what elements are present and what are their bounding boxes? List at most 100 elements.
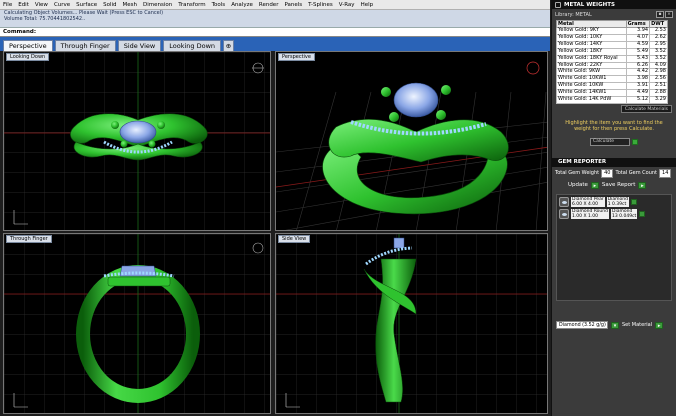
tab-through-finger[interactable]: Through Finger <box>54 40 116 51</box>
menu-vray[interactable]: V-Ray <box>336 0 358 10</box>
total-gem-weight-label: Total Gem Weight <box>555 170 600 177</box>
gem-item-pear[interactable]: Diamond Pear 6.00 X 4.00 Diamond 1 0.39c… <box>559 196 669 207</box>
metal-name-cell: White Gold: 14K PdW <box>556 96 627 104</box>
perspective-scene <box>276 61 547 230</box>
close-icon[interactable]: × <box>665 11 673 18</box>
pin-icon[interactable]: ▪ <box>656 11 664 18</box>
viewport-label[interactable]: Looking Down <box>6 53 50 61</box>
gem-name-cell: Diamond Round 1.00 X 1.00 <box>571 208 609 219</box>
command-history-line: Volume Total: 75.70441802542.. <box>4 16 86 22</box>
command-prompt: Command: <box>0 28 550 37</box>
metal-weights-table: Metal Grams DWT Yellow Gold: 9KY 3.94 2.53… <box>556 20 668 104</box>
gem-actions-row: Update ▸ Save Report ▸ <box>552 180 676 191</box>
viewport-tab-bar: Perspective Through Finger Side View Loo… <box>0 37 550 51</box>
viewport-perspective[interactable]: Perspective <box>275 51 548 231</box>
dwt-cell: 3.29 <box>649 96 668 104</box>
gem-material-cell: Diamond 13 0.049ct <box>611 208 638 219</box>
menu-file[interactable]: File <box>0 0 15 10</box>
gem-count: 13 <box>612 213 618 219</box>
gem-carat: 0.049ct <box>619 213 637 219</box>
gem-material-cell: Diamond 1 0.39ct <box>606 196 630 207</box>
grams-cell: 5.43 <box>625 54 651 63</box>
viewport-label[interactable]: Side View <box>278 235 311 243</box>
material-dropdown[interactable]: Diamond (3.52 g/g) <box>556 321 608 329</box>
update-button[interactable]: ▸ <box>590 181 599 189</box>
metal-weights-header: METAL WEIGHTS <box>552 0 676 9</box>
viewport-label[interactable]: Through Finger <box>6 235 52 243</box>
gem-item-round[interactable]: Diamond Round 1.00 X 1.00 Diamond 13 0.0… <box>559 208 669 219</box>
tab-side-view[interactable]: Side View <box>117 40 162 51</box>
update-label: Update <box>568 182 588 189</box>
tab-perspective[interactable]: Perspective <box>3 40 53 51</box>
right-panel: METAL WEIGHTS Library: METAL ▪ × Metal Gr… <box>551 0 676 416</box>
metal-weights-title: METAL WEIGHTS <box>564 1 615 8</box>
instruction-note: Highlight the item you want to find the … <box>565 119 663 132</box>
table-row[interactable]: Yellow Gold: 18KY Royal 5.43 3.52 <box>556 54 668 63</box>
set-material-button[interactable]: ▸ <box>655 321 664 329</box>
metal-library-row: Library: METAL ▪ × <box>552 9 676 20</box>
gem-size: 6.00 X 4.00 <box>572 201 598 207</box>
through-finger-scene <box>4 234 270 413</box>
set-material-label: Set Material <box>622 322 653 328</box>
menu-solid[interactable]: Solid <box>100 0 119 10</box>
save-report-label: Save Report <box>601 182 636 189</box>
gem-size: 1.00 X 1.00 <box>572 213 598 219</box>
menu-dimension[interactable]: Dimension <box>140 0 175 10</box>
menu-edit[interactable]: Edit <box>15 0 32 10</box>
menu-surface[interactable]: Surface <box>73 0 100 10</box>
menu-render[interactable]: Render <box>256 0 282 10</box>
metal-name-cell: Yellow Gold: 18KY Royal <box>556 54 627 63</box>
side-view-scene <box>276 234 547 413</box>
calculate-go-icon[interactable] <box>632 138 638 145</box>
cad-application: File Edit View Curve Surface Solid Mesh … <box>0 0 676 416</box>
menu-analyze[interactable]: Analyze <box>228 0 256 10</box>
center-gem <box>119 120 157 144</box>
gem-carat: 0.39ct <box>612 201 627 207</box>
add-tab-button[interactable]: ⊕ <box>223 40 235 51</box>
viewport-side-view[interactable]: Side View <box>275 233 548 414</box>
viewport-label[interactable]: Perspective <box>278 53 315 61</box>
command-label: Command: <box>3 29 37 35</box>
gem-thumbnail-icon <box>559 208 569 219</box>
menu-bar: File Edit View Curve Surface Solid Mesh … <box>0 0 550 10</box>
metal-footer: Calculate Materials <box>552 104 676 114</box>
menu-tsplines[interactable]: T-Splines <box>305 0 336 10</box>
calculate-materials-button[interactable]: Calculate Materials <box>620 104 672 113</box>
calculate-dropdown[interactable]: Calculate <box>590 137 630 146</box>
material-dropdown-arrow-icon[interactable]: ▾ <box>611 321 619 329</box>
command-input[interactable] <box>38 28 550 36</box>
grams-cell: 5.12 <box>625 96 651 104</box>
menu-tools[interactable]: Tools <box>209 0 229 10</box>
center-gem <box>393 82 439 118</box>
menu-transform[interactable]: Transform <box>175 0 208 10</box>
total-gem-count-value: 14 <box>659 168 672 178</box>
dwt-cell: 3.52 <box>649 54 668 63</box>
tab-looking-down[interactable]: Looking Down <box>163 40 222 51</box>
table-row[interactable]: White Gold: 14K PdW 5.12 3.29 <box>556 96 668 104</box>
viewport-through-finger[interactable]: Through Finger <box>3 233 271 414</box>
gem-count: 1 <box>607 201 611 207</box>
menu-help[interactable]: Help <box>358 0 377 10</box>
menu-mesh[interactable]: Mesh <box>120 0 140 10</box>
gem-list: Diamond Pear 6.00 X 4.00 Diamond 1 0.39c… <box>556 193 672 301</box>
looking-down-scene <box>4 52 270 230</box>
gem-reporter-title: GEM REPORTER <box>558 159 607 166</box>
gem-reporter-header: GEM REPORTER <box>552 157 676 167</box>
panel-icon <box>555 1 561 8</box>
gem-thumbnail-icon <box>559 196 569 207</box>
total-gem-weight-value: 40 <box>601 168 614 178</box>
total-gem-count-label: Total Gem Count <box>615 170 658 177</box>
menu-curve[interactable]: Curve <box>51 0 73 10</box>
save-report-button[interactable]: ▸ <box>638 181 647 189</box>
menu-panels[interactable]: Panels <box>281 0 305 10</box>
viewport-looking-down[interactable]: Looking Down <box>3 51 271 231</box>
menu-view[interactable]: View <box>32 0 51 10</box>
gem-totals-row: Total Gem Weight 40 Total Gem Count 14 <box>552 167 676 180</box>
material-row: Diamond (3.52 g/g) ▾ Set Material ▸ <box>556 321 664 329</box>
command-history: Calculating Object Volumes... Please Wai… <box>0 10 550 28</box>
gem-select-icon[interactable] <box>631 198 638 205</box>
calculate-row: Calculate <box>552 137 676 146</box>
gem-select-icon[interactable] <box>639 210 646 217</box>
metal-library-label: Library: METAL <box>555 11 592 18</box>
gem-name-cell: Diamond Pear 6.00 X 4.00 <box>571 196 605 207</box>
